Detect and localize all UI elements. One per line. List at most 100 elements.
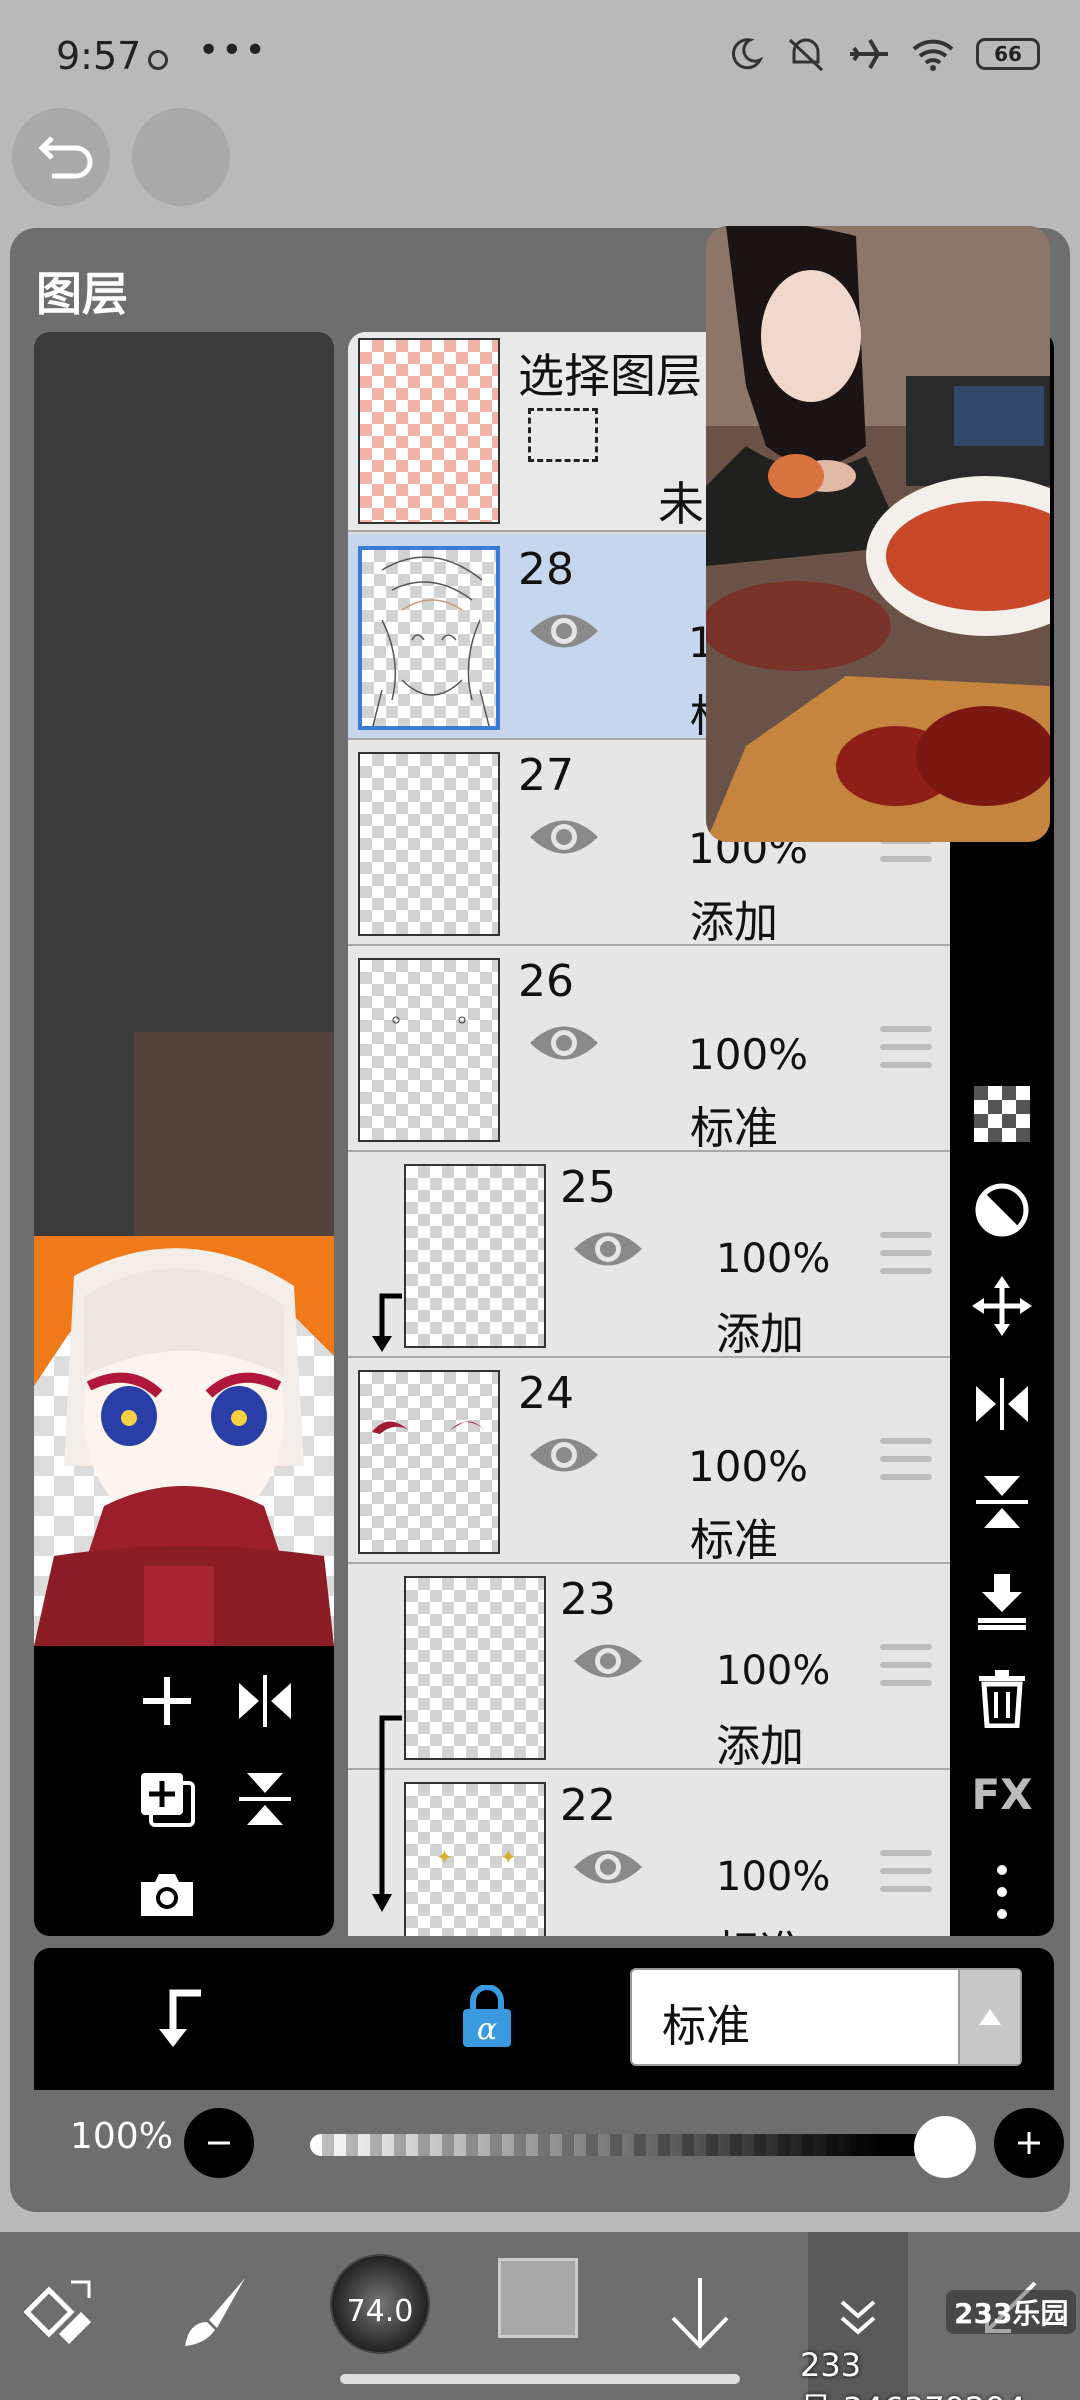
layer-blend-mode: 添加 (716, 1309, 804, 1360)
delete-layer-button[interactable] (972, 1668, 1032, 1728)
layer-row-22[interactable]: ✦✦ 22 100% 标准 (348, 1770, 950, 1936)
opacity-bar: 100% (34, 2090, 1064, 2200)
layer-mask-button[interactable] (972, 1180, 1032, 1240)
layer-opacity: 100% (716, 1236, 831, 1282)
opacity-slider[interactable] (310, 2134, 946, 2156)
flip-layer-horizontal-button[interactable] (972, 1374, 1032, 1434)
visibility-eye-icon[interactable] (526, 812, 602, 862)
clipping-arrow-icon (372, 1770, 392, 1912)
blend-mode-value: 标准 (662, 2001, 750, 2052)
layer-number: 28 (518, 544, 574, 595)
wifi-icon (912, 39, 954, 71)
checkerboard-icon (974, 1086, 1030, 1142)
flip-vertical-icon (976, 1476, 1028, 1528)
brush-tool-button[interactable] (170, 2262, 260, 2362)
visibility-eye-icon[interactable] (570, 1224, 646, 1274)
tool-switch-button[interactable] (14, 2262, 104, 2362)
drag-handle-icon[interactable] (880, 1644, 932, 1698)
layer-blend-mode: 标准 (690, 1103, 778, 1154)
brush-icon (185, 2278, 245, 2346)
alpha-lock-button[interactable]: α (452, 1982, 522, 2052)
move-icon (972, 1276, 1032, 1336)
visibility-eye-icon[interactable] (526, 606, 602, 656)
drag-handle-icon[interactable] (880, 1232, 932, 1286)
opacity-value: 100% (70, 2116, 173, 2157)
drag-handle-icon[interactable] (880, 1850, 932, 1904)
flip-vertical-button[interactable] (230, 1764, 300, 1834)
transform-tool-icon (23, 2280, 91, 2344)
blend-mode-select[interactable]: 标准 (630, 1968, 1022, 2066)
layer-row-23[interactable]: 23 100% 添加 (348, 1564, 950, 1774)
status-icons: 66 (728, 36, 1040, 72)
flip-horizontal-icon (239, 1675, 291, 1727)
add-copy-layer-button[interactable] (132, 1764, 202, 1834)
selection-layer-status: 未 (658, 477, 704, 531)
visibility-eye-icon[interactable] (570, 1842, 646, 1892)
add-layer-button[interactable] (132, 1666, 202, 1736)
layer-thumbnail (358, 752, 500, 936)
alpha-lock-icon: α (463, 1985, 511, 2047)
fx-button[interactable]: FX (971, 1764, 1033, 1824)
layer-row-25[interactable]: 25 100% 添加 (348, 1152, 950, 1360)
transparency-button[interactable] (972, 1084, 1032, 1144)
home-indicator[interactable] (340, 2374, 740, 2384)
minus-icon (208, 2141, 230, 2145)
drag-handle-icon[interactable] (880, 1026, 932, 1080)
layer-opacity: 100% (688, 1442, 809, 1491)
layer-blend-mode: 标准 (716, 1916, 804, 1936)
selection-layer-title: 选择图层 (518, 349, 702, 403)
layer-number: 22 (560, 1780, 616, 1831)
layer-thumbnail (404, 1164, 546, 1348)
clipping-line-icon (379, 1715, 402, 1774)
layer-thumbnail (358, 546, 500, 730)
camera-button[interactable] (132, 1860, 202, 1930)
camera-icon (141, 1874, 193, 1916)
brush-size-value: 74.0 (346, 2294, 414, 2329)
more-notifications-icon: ••• (198, 30, 268, 71)
undo-button[interactable] (12, 108, 110, 206)
merge-down-icon (978, 1574, 1026, 1630)
fx-label: FX (971, 1769, 1033, 1819)
redo-button[interactable] (132, 108, 230, 206)
watermark-logo: 233乐园 (946, 2290, 1077, 2334)
visibility-eye-icon[interactable] (526, 1430, 602, 1480)
color-swatch[interactable] (498, 2258, 578, 2338)
more-options-button[interactable] (972, 1862, 1032, 1922)
opacity-increase-button[interactable] (994, 2108, 1064, 2178)
layer-row-26[interactable]: 26 100% 标准 (348, 946, 950, 1154)
preview-toolbar (34, 1646, 334, 1936)
flip-horizontal-icon (976, 1378, 1028, 1430)
layer-number: 27 (518, 750, 574, 801)
clipping-button[interactable] (146, 1982, 216, 2052)
layer-thumbnail (358, 1370, 500, 1554)
layer-thumbnail (404, 1576, 546, 1760)
visibility-eye-icon[interactable] (570, 1636, 646, 1686)
layer-thumbnail (358, 958, 500, 1142)
layer-row-24[interactable]: 24 100% 标准 (348, 1358, 950, 1566)
mute-icon (788, 38, 824, 72)
plus-icon (143, 1677, 191, 1725)
opacity-slider-thumb[interactable] (914, 2116, 976, 2178)
flip-vertical-icon (239, 1773, 291, 1825)
canvas-preview[interactable] (34, 332, 334, 1936)
floating-video-window[interactable] (706, 226, 1050, 842)
flip-horizontal-button[interactable] (230, 1666, 300, 1736)
clipping-icon (159, 1989, 201, 2047)
layer-down-button[interactable] (650, 2262, 750, 2362)
blend-bar: α 标准 (34, 1948, 1054, 2090)
selection-marquee-icon (528, 408, 598, 462)
merge-down-button[interactable] (972, 1570, 1032, 1630)
layer-opacity: 100% (716, 1854, 831, 1900)
layer-number: 23 (560, 1574, 616, 1625)
blend-mode-dropdown-button[interactable] (958, 1970, 1020, 2064)
clipping-arrow-icon (372, 1293, 402, 1352)
drag-handle-icon[interactable] (880, 1438, 932, 1492)
opacity-decrease-button[interactable] (184, 2108, 254, 2178)
layer-number: 26 (518, 956, 574, 1007)
move-button[interactable] (972, 1276, 1032, 1336)
layer-number: 24 (518, 1368, 574, 1419)
flip-layer-vertical-button[interactable] (972, 1472, 1032, 1532)
visibility-eye-icon[interactable] (526, 1018, 602, 1068)
svg-text:✦: ✦ (500, 1845, 517, 1869)
do-not-disturb-icon (731, 38, 764, 70)
